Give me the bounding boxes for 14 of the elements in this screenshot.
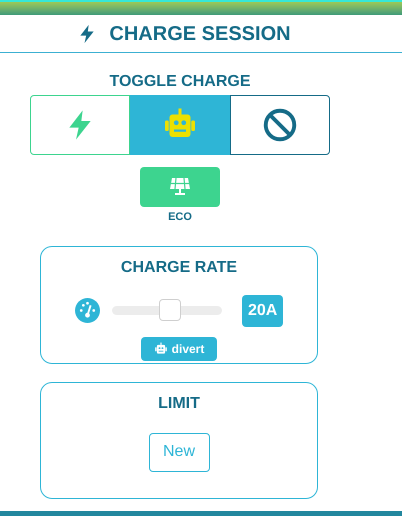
eco-button[interactable] [140,167,220,207]
new-button[interactable]: New [148,432,210,472]
slider-thumb[interactable] [159,299,182,321]
card-title: CHARGE RATE [120,258,238,278]
mode-tab[interactable] [230,95,330,155]
robot-icon [154,342,168,356]
gauge-icon [75,298,100,323]
eco-label: ECO [168,210,192,225]
rate-value: 20A [242,294,283,326]
prohibited-icon [262,107,298,143]
section-title: TOGGLE CHARGE [109,72,251,92]
card-title: LIMIT [158,394,200,414]
divert-button[interactable]: divert [140,336,218,360]
page-title: CHARGE SESSION [109,22,291,46]
